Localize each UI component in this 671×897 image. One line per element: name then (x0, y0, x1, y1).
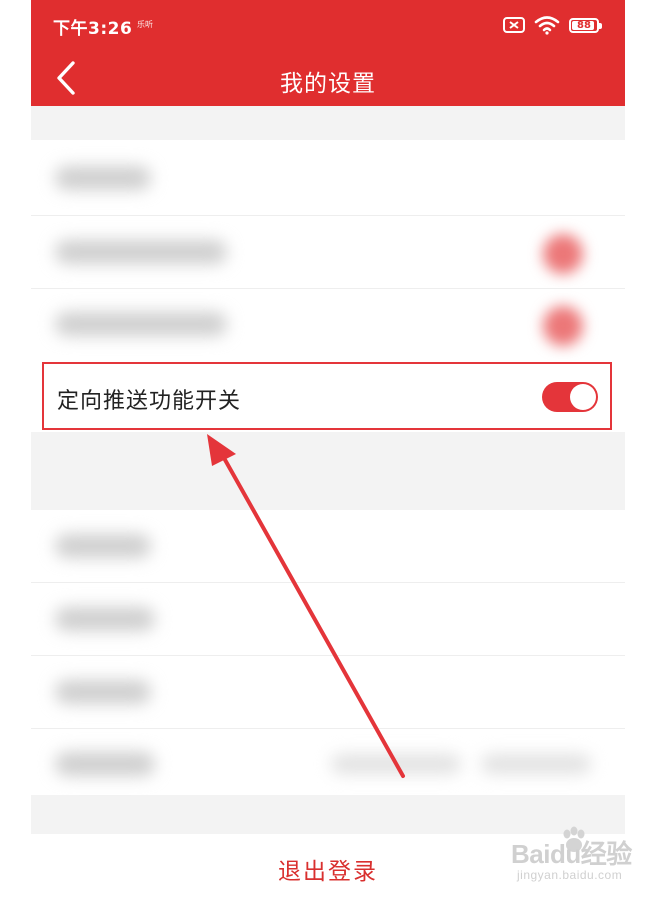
status-time: 下午3:26 (53, 19, 133, 39)
watermark-brand: Baidu经验 (511, 839, 632, 869)
blurred-label (55, 240, 227, 264)
blurred-setting-row[interactable] (31, 728, 625, 800)
push-toggle-switch[interactable] (542, 382, 598, 412)
baidu-watermark: Baidu经验 jingyan.baidu.com (501, 826, 661, 886)
blurred-setting-row[interactable] (31, 288, 625, 360)
blurred-setting-row[interactable] (31, 656, 625, 728)
app-header: 下午3:26 乐听 88 我的设置 (31, 0, 625, 106)
status-icons: 88 (503, 14, 602, 36)
blurred-label (55, 680, 151, 704)
blurred-toggle[interactable] (543, 306, 583, 346)
phone-screen: 下午3:26 乐听 88 我的设置 定向推送功能开关 退出登录 (31, 0, 625, 897)
blurred-setting-row[interactable] (31, 510, 625, 582)
blurred-setting-row[interactable] (31, 216, 625, 288)
toggle-knob (570, 384, 596, 410)
blurred-setting-row[interactable] (31, 583, 625, 655)
watermark-site: jingyan.baidu.com (517, 868, 623, 882)
battery-icon: 88 (569, 17, 602, 33)
blurred-label (55, 752, 155, 776)
wifi-icon (534, 16, 560, 35)
blurred-value (331, 754, 461, 774)
no-sim-icon (503, 17, 525, 33)
battery-level: 88 (577, 19, 591, 31)
settings-group-1: 定向推送功能开关 (31, 140, 625, 432)
blurred-value (481, 754, 591, 774)
status-app-label: 乐听 (137, 20, 153, 29)
push-toggle-row[interactable]: 定向推送功能开关 (42, 362, 612, 430)
blurred-label (55, 607, 155, 631)
blurred-label (55, 534, 151, 558)
page-title: 我的设置 (280, 71, 376, 97)
blurred-toggle[interactable] (543, 234, 583, 274)
settings-group-2 (31, 510, 625, 795)
blurred-setting-row[interactable] (31, 142, 625, 214)
blurred-label (55, 166, 151, 190)
blurred-label (55, 312, 227, 336)
push-toggle-label: 定向推送功能开关 (57, 389, 242, 414)
